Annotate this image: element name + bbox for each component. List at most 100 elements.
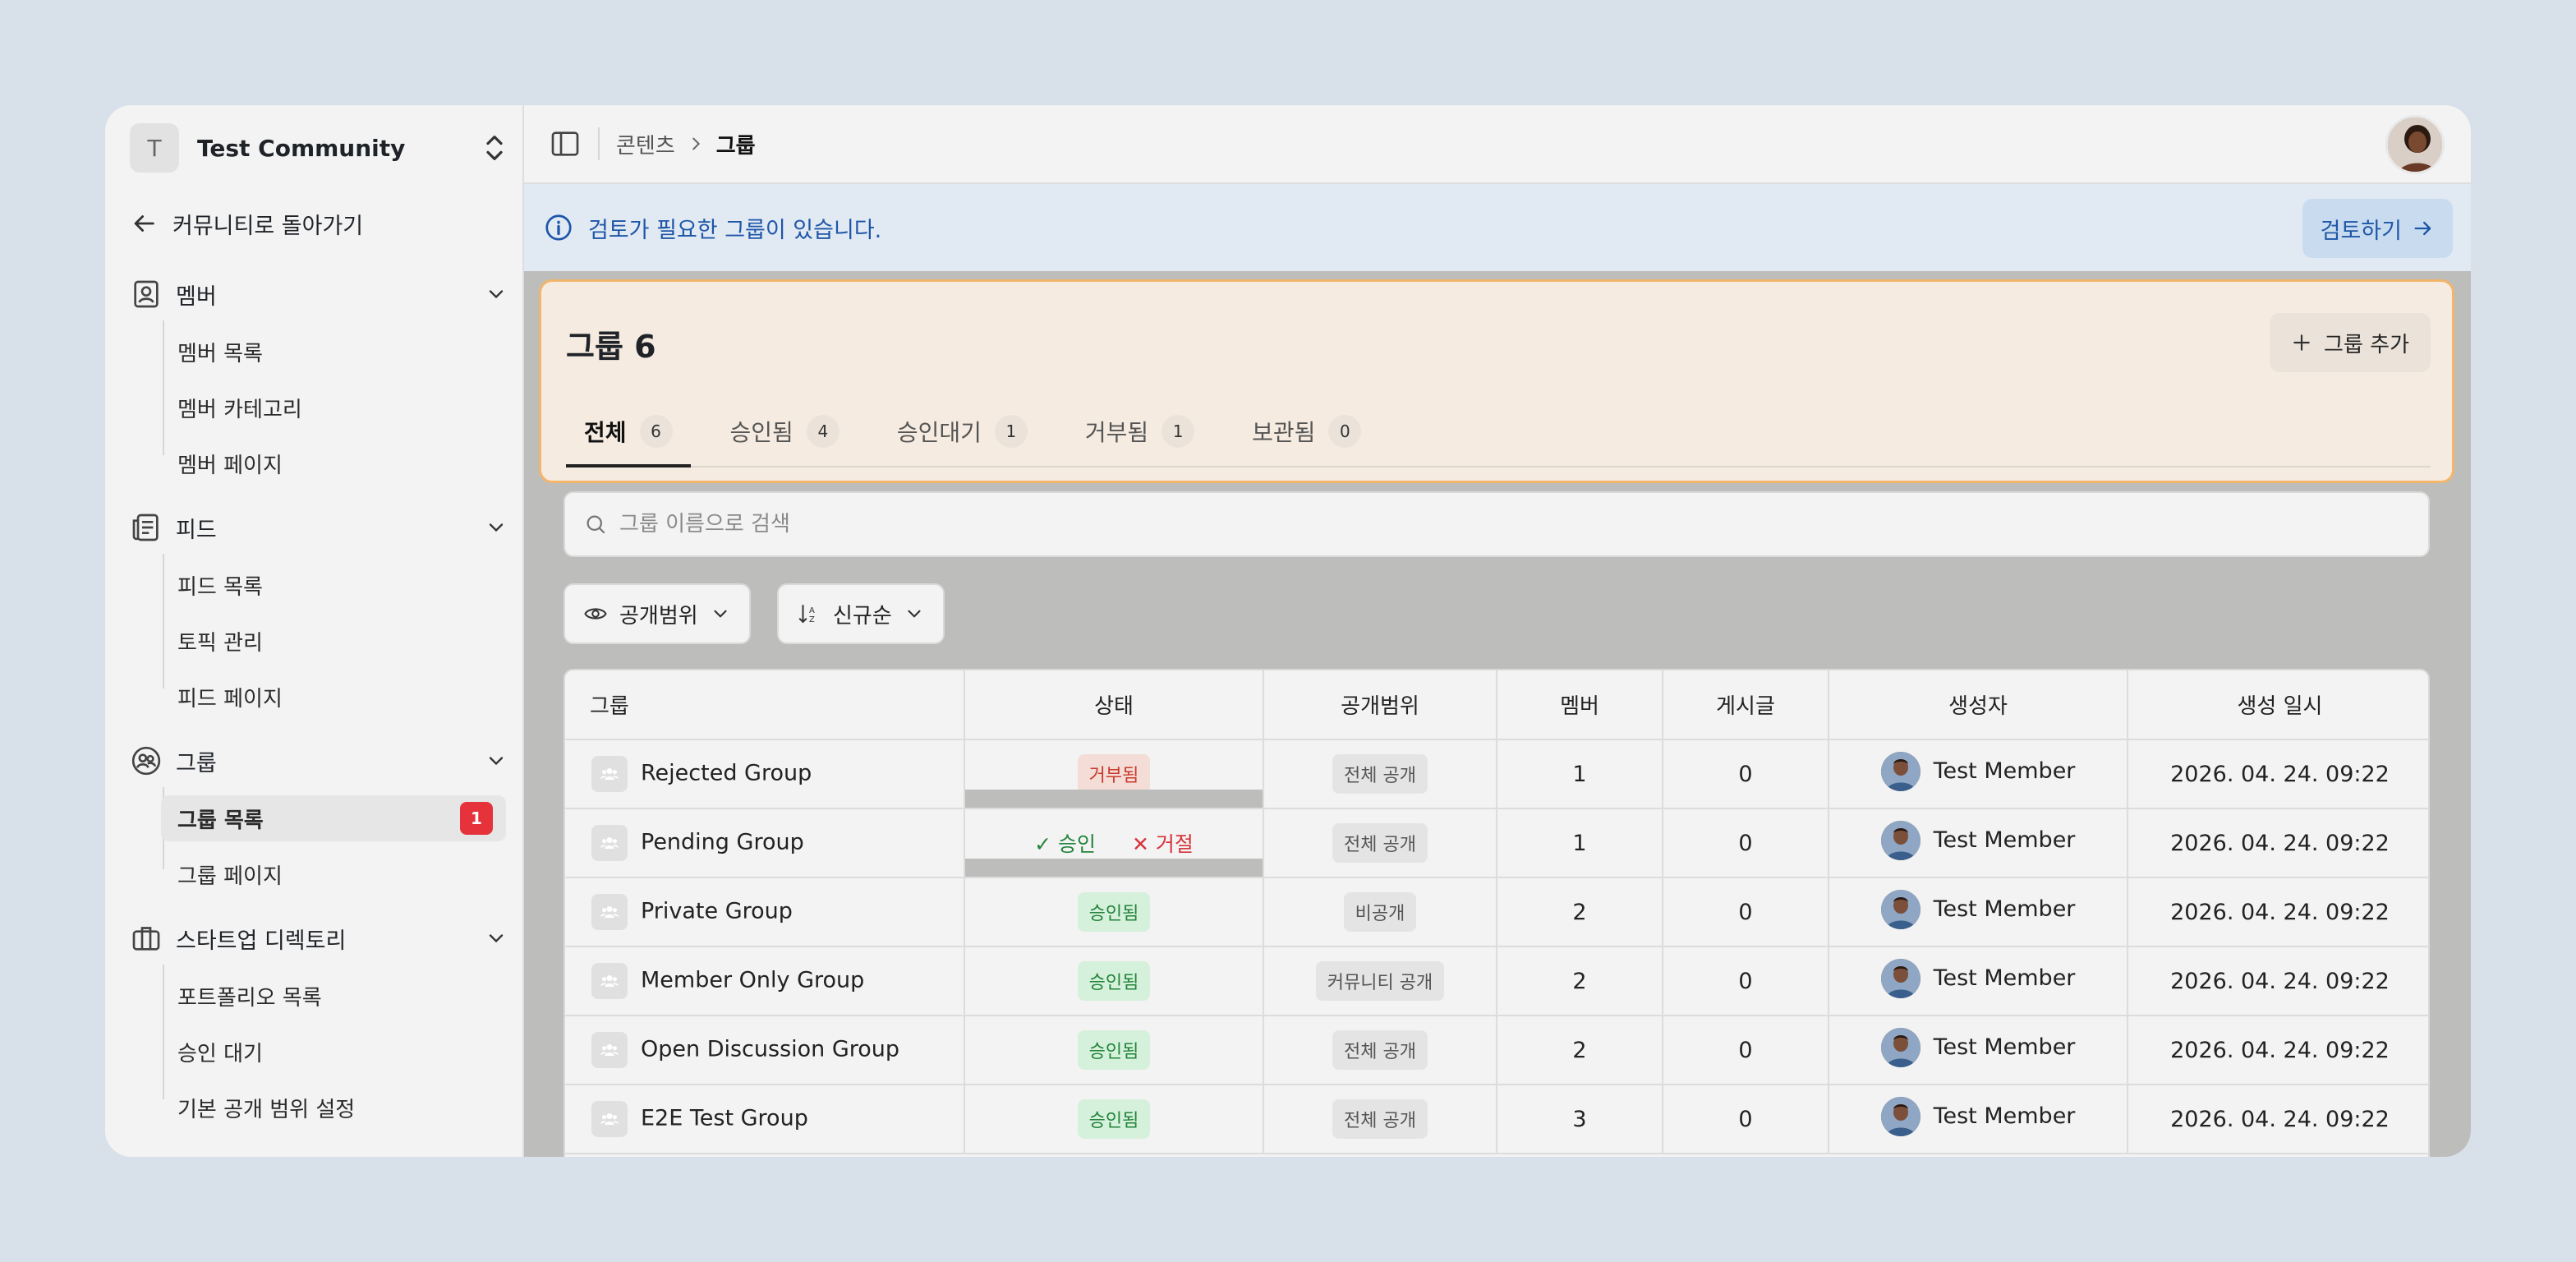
creator-cell: Test Member <box>1828 877 2128 947</box>
back-to-community-link[interactable]: 커뮤니티로 돌아가기 <box>130 207 363 240</box>
creator-avatar <box>1880 889 1920 929</box>
group-name[interactable]: E2E Test Group <box>641 1106 808 1131</box>
table-row[interactable]: Private Group 승인됨 비공개 2 0 Test Member 20… <box>565 877 2428 947</box>
tab-rejected[interactable]: 거부됨 1 <box>1067 397 1212 466</box>
chevron-up-down-icon <box>486 136 503 160</box>
tab-all[interactable]: 전체 6 <box>566 397 691 467</box>
search-input[interactable] <box>619 512 2262 537</box>
table-row[interactable]: Rejected Group 거부됨 전체 공개 1 0 Test Member… <box>565 739 2428 809</box>
sidebar-item-member-list[interactable]: 멤버 목록 <box>177 329 263 375</box>
tab-count: 6 <box>639 415 673 448</box>
creator-avatar <box>1880 751 1920 791</box>
row-highlight-strip <box>965 790 1263 808</box>
sidebar-item-group-list[interactable]: 그룹 목록 1 <box>161 795 506 841</box>
status-badge: 승인됨 <box>1077 1030 1151 1070</box>
svg-text:A: A <box>809 606 815 615</box>
column-header[interactable]: 상태 <box>964 670 1264 740</box>
table-row[interactable]: E2E Test Group 승인됨 전체 공개 3 0 Test Member… <box>565 1085 2428 1154</box>
sidebar-section-groups[interactable]: 그룹 <box>130 741 508 781</box>
sidebar-item-group-page[interactable]: 그룹 페이지 <box>177 851 283 897</box>
breadcrumb: 콘텐츠 그룹 <box>616 129 756 159</box>
sidebar-toggle-icon[interactable] <box>549 127 582 160</box>
tab-approved[interactable]: 승인됨 4 <box>712 397 858 466</box>
sidebar-item-feed-page[interactable]: 피드 페이지 <box>177 674 283 720</box>
search-icon <box>586 515 605 534</box>
tab-pending[interactable]: 승인대기 1 <box>879 397 1046 466</box>
status-cell: 승인됨 <box>964 1016 1264 1085</box>
sidebar-item-member-category[interactable]: 멤버 카테고리 <box>177 385 302 431</box>
approve-label: 승인 <box>1057 832 1096 856</box>
sidebar-item-portfolio-list[interactable]: 포트폴리오 목록 <box>177 973 322 1019</box>
sidebar-item-default-visibility[interactable]: 기본 공개 범위 설정 <box>177 1085 355 1131</box>
group-avatar-icon <box>591 756 628 792</box>
group-name[interactable]: Open Discussion Group <box>641 1037 899 1062</box>
created-at: 2026. 04. 24. 09:22 <box>2128 808 2428 878</box>
group-name-cell: Member Only Group <box>565 946 965 1016</box>
sidebar-item-feed-list[interactable]: 피드 목록 <box>177 562 263 608</box>
creator-name: Test Member <box>1933 758 2076 784</box>
group-avatar-icon <box>591 963 628 999</box>
creator-name: Test Member <box>1933 965 2076 991</box>
tab-count: 4 <box>806 415 840 448</box>
visibility-cell: 전체 공개 <box>1263 808 1497 878</box>
sidebar-item-pending-approval[interactable]: 승인 대기 <box>177 1029 263 1075</box>
community-switcher[interactable]: T Test Community <box>130 122 508 174</box>
created-at: 2026. 04. 24. 09:22 <box>2128 877 2428 947</box>
tab-count: 1 <box>1162 415 1195 448</box>
group-name[interactable]: Private Group <box>641 899 793 924</box>
review-button-label: 검토하기 <box>2320 218 2402 244</box>
status-badge: 승인됨 <box>1077 1099 1151 1139</box>
visibility-filter-dropdown[interactable]: 공개범위 <box>564 583 751 644</box>
column-header[interactable]: 생성자 <box>1828 670 2128 740</box>
sidebar-section-feed[interactable]: 피드 <box>130 508 508 547</box>
created-at: 2026. 04. 24. 09:22 <box>2128 1085 2428 1154</box>
page-title: 그룹 6 <box>566 329 656 365</box>
table-row[interactable]: Open Discussion Group 승인됨 전체 공개 2 0 Test… <box>565 1016 2428 1085</box>
tree-line <box>163 320 164 455</box>
group-name[interactable]: Pending Group <box>641 830 804 855</box>
column-header[interactable]: 멤버 <box>1497 670 1663 740</box>
group-name[interactable]: Member Only Group <box>641 968 864 993</box>
visibility-cell: 전체 공개 <box>1263 1085 1497 1154</box>
user-avatar[interactable] <box>2385 115 2445 174</box>
sort-dropdown[interactable]: AZ 신규순 <box>777 583 945 644</box>
add-group-button[interactable]: 그룹 추가 <box>2270 313 2431 372</box>
review-alert: 검토가 필요한 그룹이 있습니다. 검토하기 <box>524 184 2471 271</box>
status-cell: 거부됨 <box>964 739 1264 809</box>
creator-name: Test Member <box>1933 1034 2076 1060</box>
users-group-icon <box>131 746 161 776</box>
approve-button[interactable]: ✓ 승인 <box>1034 828 1096 858</box>
tab-label: 승인대기 <box>896 419 982 446</box>
creator-cell: Test Member <box>1828 1016 2128 1085</box>
reject-button[interactable]: ✕ 거절 <box>1132 828 1194 858</box>
reject-label: 거절 <box>1155 832 1194 856</box>
tab-label: 전체 <box>584 419 627 446</box>
group-name-cell: E2E Test Group <box>565 1085 965 1154</box>
review-button[interactable]: 검토하기 <box>2302 199 2453 258</box>
tree-line <box>163 965 164 1099</box>
tab-label: 보관됨 <box>1252 419 1316 446</box>
briefcase-icon <box>132 927 160 951</box>
breadcrumb-parent[interactable]: 콘텐츠 <box>616 129 675 159</box>
group-header-card: 그룹 6 그룹 추가 전체 6 승인됨 4 승인대기 1 거부됨 1 보관됨 0 <box>539 279 2454 483</box>
column-header[interactable]: 그룹 <box>565 670 965 740</box>
sidebar-item-member-page[interactable]: 멤버 페이지 <box>177 440 283 486</box>
sidebar-section-members[interactable]: 멤버 <box>130 274 508 314</box>
column-header[interactable]: 생성 일시 <box>2128 670 2428 740</box>
column-header[interactable]: 게시글 <box>1663 670 1829 740</box>
app-window: T Test Community 커뮤니티로 돌아가기 멤버 멤버 목록 멤버 … <box>105 105 2471 1157</box>
table-row[interactable]: Member Only Group 승인됨 커뮤니티 공개 2 0 Test M… <box>565 946 2428 1016</box>
group-name[interactable]: Rejected Group <box>641 761 812 786</box>
sidebar-section-startup-directory[interactable]: 스타트업 디렉토리 <box>130 919 508 958</box>
created-at: 2026. 04. 24. 09:22 <box>2128 946 2428 1016</box>
tab-archived[interactable]: 보관됨 0 <box>1234 397 1379 466</box>
sidebar-section-label: 그룹 <box>176 750 217 776</box>
tab-count: 1 <box>994 415 1028 448</box>
column-header[interactable]: 공개범위 <box>1263 670 1497 740</box>
group-name-cell: Open Discussion Group <box>565 1016 965 1085</box>
creator-cell: Test Member <box>1828 946 2128 1016</box>
top-bar: 콘텐츠 그룹 <box>524 105 2471 184</box>
status-cell: 승인됨 <box>964 1085 1264 1154</box>
table-row[interactable]: Pending Group ✓ 승인 ✕ 거절 전체 공개 1 0 Test Me… <box>565 808 2428 878</box>
sidebar-item-topic-manage[interactable]: 토픽 관리 <box>177 618 263 664</box>
